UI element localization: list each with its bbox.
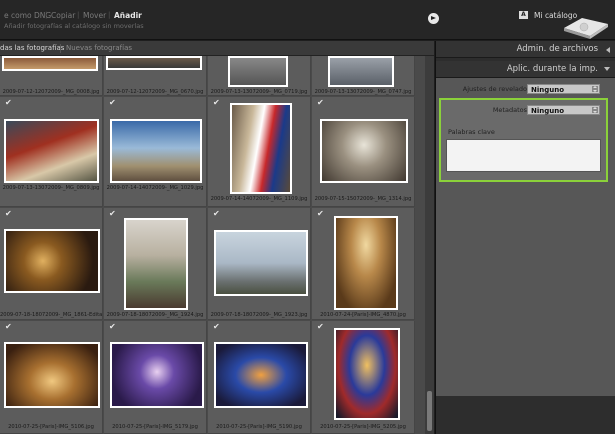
grid-cell[interactable]: ✔ 2009-07-18-18072009-_MG_1923.jpg (208, 208, 311, 320)
tab-all-photos[interactable]: das las fotografías (0, 44, 64, 52)
grid-cell[interactable]: ✔ 2009-07-13-13072009-_MG_0809.jpg (0, 97, 103, 207)
photo-thumbnail[interactable] (334, 216, 398, 310)
grid-cell[interactable]: 2009-07-12-12072009-_MG_0008.jpg ✔ (0, 56, 103, 108)
collapse-left-icon (606, 47, 610, 53)
file-name: 2009-07-18-18072009-_MG_1924.jpg (106, 312, 204, 318)
import-top-bar: e como DNG | Copiar | Mover | Añadir Aña… (0, 0, 615, 40)
photo-thumbnail[interactable] (4, 342, 100, 408)
file-handling-title: Admin. de archivos (516, 44, 598, 54)
mode-move[interactable]: Mover (83, 11, 106, 20)
check-icon[interactable]: ✔ (5, 99, 12, 107)
file-name: 2009-07-14-14072009-_MG_1029.jpg (106, 185, 204, 191)
check-icon[interactable]: ✔ (5, 323, 12, 331)
tab-divider (60, 44, 61, 53)
grid-scrollbar[interactable] (425, 56, 434, 434)
grid-filter-tabs: das las fotografías Nuevas fotografías (0, 41, 434, 56)
grid-cell[interactable]: 2009-07-12-12072009-_MG_0670.jpg (104, 56, 207, 96)
grid-cell[interactable]: ✔ 2010-07-25-[Paris]-IMG_5190.jpg (208, 321, 311, 434)
keywords-input[interactable] (446, 139, 601, 172)
check-icon[interactable]: ✔ (317, 323, 324, 331)
metadata-value: Ninguno (531, 106, 565, 115)
photo-thumbnail[interactable] (124, 218, 188, 310)
develop-settings-value: Ninguno (531, 85, 565, 94)
file-name: 2010-07-25-[Paris]-IMG_5190.jpg (216, 424, 302, 430)
metadata-select[interactable]: Ninguno (527, 105, 600, 115)
photo-thumbnail[interactable] (110, 119, 202, 183)
hard-drive-icon (564, 18, 608, 39)
expand-down-icon (604, 67, 610, 71)
file-name: 2009-07-18-18072009-_MG_1861-Editar... (0, 312, 102, 318)
metadata-label: Metadatos (492, 106, 527, 114)
check-icon[interactable]: ✔ (213, 323, 220, 331)
file-handling-header[interactable]: Admin. de archivos (436, 41, 615, 58)
photo-thumbnail[interactable] (214, 342, 308, 408)
photo-thumbnail[interactable] (2, 56, 98, 71)
apply-during-import-body: Ajustes de revelado Ninguno Metadatos Ni… (436, 78, 615, 396)
apply-during-import-header[interactable]: Aplic. durante la imp. (436, 61, 615, 78)
grid-cell[interactable]: 2009-07-13-13072009-_MG_0747.jpg (312, 56, 415, 96)
check-icon[interactable]: ✔ (109, 99, 116, 107)
grid-cell[interactable]: ✔ 2010-07-25-[Paris]-IMG_5205.jpg (312, 321, 415, 434)
develop-settings-row: Ajustes de revelado Ninguno (436, 81, 615, 97)
file-name: 2009-07-18-18072009-_MG_1923.jpg (210, 312, 308, 318)
file-name: 2009-07-12-12072009-_MG_0670.jpg (106, 89, 204, 95)
check-icon[interactable]: ✔ (317, 210, 324, 218)
grid-cell[interactable]: ✔ 2010-07-25-[Paris]-IMG_5106.jpg (0, 321, 103, 434)
grid-cell[interactable]: ✔ 2009-07-18-18072009-_MG_1861-Editar... (0, 208, 103, 320)
photo-thumbnail[interactable] (328, 56, 394, 87)
photo-thumbnail[interactable] (320, 119, 408, 183)
check-icon[interactable]: ✔ (317, 99, 324, 107)
grid-cell[interactable]: ✔ 2009-07-14-14072009-_MG_1109.jpg (208, 97, 311, 207)
check-icon[interactable]: ✔ (213, 210, 220, 218)
check-icon[interactable]: ✔ (109, 323, 116, 331)
photo-thumbnail[interactable] (110, 342, 204, 408)
mode-separator: | (77, 11, 80, 19)
stepper-arrows-icon (592, 107, 598, 113)
file-name: 2010-07-25-[Paris]-IMG_5179.jpg (112, 424, 198, 430)
photo-thumbnail[interactable] (4, 229, 100, 293)
grid-cell[interactable]: ✔ 2009-07-15-15072009-_MG_1314.jpg (312, 97, 415, 207)
develop-settings-select[interactable]: Ninguno (527, 84, 600, 94)
file-name: 2009-07-15-15072009-_MG_1314.jpg (314, 196, 412, 202)
check-icon[interactable]: ✔ (213, 99, 220, 107)
develop-settings-label: Ajustes de revelado (462, 85, 527, 93)
photo-thumbnail[interactable] (228, 56, 288, 87)
stepper-arrows-icon (592, 86, 598, 92)
file-name: 2009-07-14-14072009-_MG_1109.jpg (210, 196, 308, 202)
file-name: 2009-07-12-12072009-_MG_0008.jpg (2, 89, 100, 95)
metadata-highlight-box: Metadatos Ninguno Palabras clave (439, 98, 608, 182)
photo-thumbnail[interactable] (334, 328, 400, 420)
scrollbar-thumb[interactable] (427, 391, 432, 431)
grid-cell[interactable]: ✔ 2009-07-14-14072009-_MG_1029.jpg (104, 97, 207, 207)
file-name: 2010-07-25-[Paris]-IMG_5106.jpg (8, 424, 94, 430)
photo-thumbnail[interactable] (230, 103, 292, 194)
grid-cell[interactable]: ✔ 2010-07-24-[Paris]-IMG_4870.jpg (312, 208, 415, 320)
arrow-right-icon[interactable] (428, 13, 439, 24)
photo-thumbnail[interactable] (4, 119, 99, 183)
photo-thumbnail[interactable] (214, 230, 308, 296)
mode-add[interactable]: Añadir (114, 11, 142, 20)
keywords-label: Palabras clave (448, 128, 495, 136)
check-icon[interactable]: ✔ (5, 210, 12, 218)
file-name: 2010-07-24-[Paris]-IMG_4870.jpg (320, 312, 406, 318)
grid-cell[interactable]: ✔ 2010-07-25-[Paris]-IMG_5179.jpg (104, 321, 207, 434)
photo-grid: 2009-07-12-12072009-_MG_0008.jpg ✔ 2009-… (0, 56, 434, 434)
catalog-badge: A (519, 11, 528, 19)
mode-copy[interactable]: Copiar (51, 11, 75, 20)
apply-during-import-title: Aplic. durante la imp. (506, 64, 598, 74)
import-settings-panel: Admin. de archivos Aplic. durante la imp… (435, 41, 615, 434)
photo-thumbnail[interactable] (106, 56, 202, 70)
file-name: 2009-07-13-13072009-_MG_0809.jpg (2, 185, 100, 191)
grid-cell[interactable]: 2009-07-13-13072009-_MG_0719.jpg (208, 56, 311, 96)
file-name: 2009-07-13-13072009-_MG_0719.jpg (210, 89, 308, 95)
mode-description: Añadir fotografías al catálogo sin mover… (4, 22, 144, 30)
mode-separator: | (108, 11, 111, 19)
metadata-row: Metadatos Ninguno (436, 102, 615, 118)
grid-cell[interactable]: ✔ 2009-07-18-18072009-_MG_1924.jpg (104, 208, 207, 320)
mode-separator: | (45, 11, 48, 19)
file-name: 2010-07-25-[Paris]-IMG_5205.jpg (320, 424, 406, 430)
check-icon[interactable]: ✔ (109, 210, 116, 218)
file-name: 2009-07-13-13072009-_MG_0747.jpg (314, 89, 412, 95)
tab-new-photos[interactable]: Nuevas fotografías (66, 44, 132, 52)
